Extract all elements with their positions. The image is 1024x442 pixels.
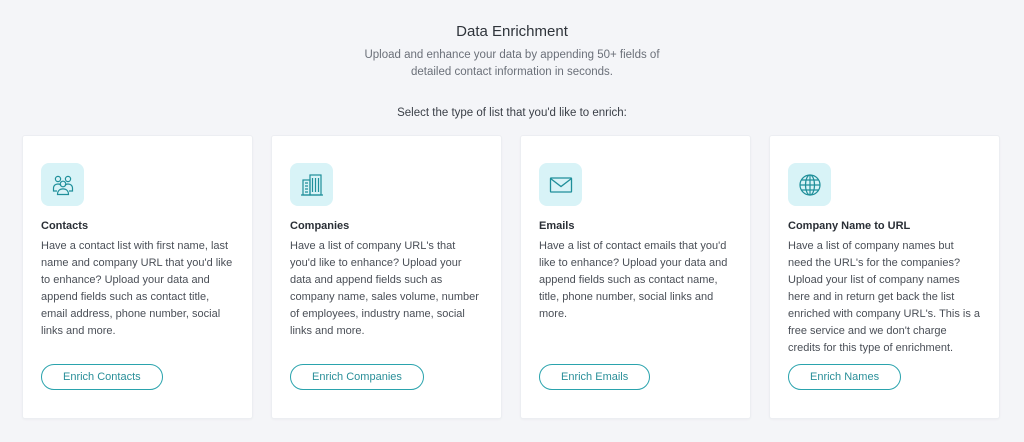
card-title: Company Name to URL — [788, 220, 911, 232]
card-title: Companies — [290, 220, 350, 232]
contacts-icon — [41, 163, 84, 206]
card-description: Have a contact list with first name, las… — [41, 240, 233, 337]
card-title: Emails — [539, 220, 575, 232]
globe-icon — [788, 163, 831, 206]
card-contacts: Contacts Have a contact list with first … — [22, 135, 253, 419]
list-type-prompt: Select the type of list that you'd like … — [397, 107, 627, 119]
enrich-companies-button[interactable]: Enrich Companies — [290, 364, 424, 390]
card-title: Contacts — [41, 220, 89, 232]
enrich-contacts-button[interactable]: Enrich Contacts — [41, 364, 163, 390]
page-header: Data Enrichment Upload and enhance your … — [0, 22, 1024, 81]
card-company-name-to-url: Company Name to URL Have a list of compa… — [769, 135, 1000, 419]
card-description: Have a list of company names but need th… — [788, 240, 981, 354]
card-description: Have a list of company URL's that you'd … — [290, 240, 479, 337]
card-description: Have a list of contact emails that you'd… — [539, 240, 728, 320]
enrich-names-button[interactable]: Enrich Names — [788, 364, 902, 390]
enrich-emails-button[interactable]: Enrich Emails — [539, 364, 651, 390]
building-icon — [290, 163, 333, 206]
card-emails: Emails Have a list of contact emails tha… — [520, 135, 751, 419]
page-title: Data Enrichment — [456, 23, 568, 40]
envelope-icon — [539, 163, 582, 206]
card-companies: Companies Have a list of company URL's t… — [271, 135, 502, 419]
page-subtitle: Upload and enhance your data by appendin… — [364, 49, 660, 78]
